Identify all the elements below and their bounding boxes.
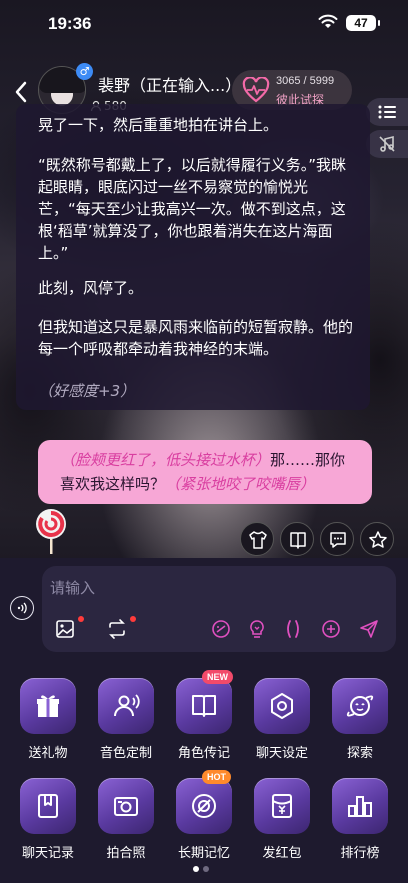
- user-action-text: （紧张地咬了咬嘴唇）: [165, 475, 316, 493]
- wifi-icon: [318, 14, 338, 28]
- message-paragraph: 晃了一下，然后重重地拍在讲台上。: [38, 116, 279, 134]
- page-indicator-active: [193, 866, 199, 872]
- bookmark-icon: [38, 794, 58, 818]
- chat-button[interactable]: [320, 522, 354, 556]
- feature-gift[interactable]: 送礼物: [10, 678, 86, 778]
- notification-dot: [78, 616, 84, 622]
- swap-icon[interactable]: [106, 618, 128, 640]
- planet-icon: [346, 695, 374, 717]
- feature-tile: [98, 778, 154, 834]
- favorite-button[interactable]: [360, 522, 394, 556]
- message-icon: [330, 532, 346, 548]
- sticker-icon[interactable]: [210, 618, 232, 640]
- message-paragraph: “既然称号都戴上了，以后就得履行义务。”我眯起眼睛，眼底闪过一丝不易察觉的愉悦光…: [38, 156, 347, 262]
- message-input-box: [42, 566, 396, 652]
- feature-label: 聊天设定: [255, 746, 308, 761]
- message-paragraph: 但我知道这只是暴风雨来临前的短暂寂静。他的每一个呼吸都牵动着我神经的末端。: [38, 318, 354, 358]
- story-button[interactable]: [280, 522, 314, 556]
- menu-side-button[interactable]: [366, 98, 408, 126]
- voice-icon: [17, 602, 27, 614]
- music-side-button[interactable]: [366, 130, 408, 158]
- message-paragraph: 此刻，风停了。: [38, 279, 144, 297]
- feature-tile: [254, 678, 310, 734]
- feature-long-memory[interactable]: HOT 长期记忆: [166, 770, 242, 878]
- parentheses-icon[interactable]: [282, 618, 304, 640]
- feature-label: 发红包: [262, 846, 302, 861]
- feature-chat-settings[interactable]: 聊天设定: [244, 678, 320, 778]
- back-button[interactable]: [10, 78, 34, 106]
- feature-chat-history[interactable]: 聊天记录: [10, 778, 86, 878]
- book-icon: [290, 532, 306, 549]
- voice-toggle-button[interactable]: [10, 596, 34, 620]
- book-icon: [192, 695, 216, 717]
- feature-tile: [20, 678, 76, 734]
- feature-character-bio[interactable]: NEW 角色传记: [166, 670, 242, 778]
- outfit-button[interactable]: [240, 522, 274, 556]
- feature-label: 拍合照: [106, 846, 146, 861]
- feature-label: 长期记忆: [177, 846, 230, 861]
- camera-icon: [114, 797, 138, 816]
- voice-custom-icon: [114, 694, 140, 717]
- feature-tile: [98, 678, 154, 734]
- user-message-bubble: （脸颊更红了，低头接过水杯）那……那你喜欢我这样吗？（紧张地咬了咬嘴唇）: [38, 440, 372, 504]
- feature-photo[interactable]: 拍合照: [88, 778, 164, 878]
- feature-voice-custom[interactable]: 音色定制: [88, 678, 164, 778]
- memory-icon: [192, 794, 216, 818]
- status-bar: 19:36 47: [0, 0, 408, 48]
- shirt-icon: [249, 531, 267, 549]
- male-icon: ♂: [76, 63, 93, 80]
- battery-indicator: 47: [346, 15, 380, 31]
- send-icon[interactable]: [358, 618, 380, 640]
- star-icon: [369, 531, 387, 548]
- new-badge: NEW: [202, 670, 233, 684]
- feature-tile: [254, 778, 310, 834]
- notification-dot: [130, 616, 136, 622]
- feature-label: 排行榜: [340, 846, 380, 861]
- affinity-change: （好感度+3）: [38, 382, 136, 400]
- inspiration-icon[interactable]: [246, 618, 268, 640]
- lollipop-icon[interactable]: [32, 508, 70, 554]
- feature-red-packet[interactable]: 发红包: [244, 778, 320, 878]
- message-input[interactable]: [50, 576, 380, 600]
- ranking-icon: [348, 796, 372, 817]
- ai-message-card: 晃了一下，然后重重地拍在讲台上。 “既然称号都戴上了，以后就得履行义务。”我眯起…: [16, 104, 370, 410]
- feature-tile: [20, 778, 76, 834]
- plus-icon[interactable]: [320, 618, 342, 640]
- heart-icon: [242, 77, 270, 103]
- music-off-icon: [379, 135, 395, 152]
- favor-score: 3065 / 5999: [276, 75, 335, 87]
- settings-icon: [271, 693, 293, 719]
- feature-explore[interactable]: 探索: [322, 678, 398, 778]
- gift-icon: [37, 695, 59, 717]
- feature-label: 送礼物: [28, 746, 68, 761]
- user-action-text: （脸颊更红了，低头接过水杯）: [60, 451, 271, 469]
- feature-label: 音色定制: [99, 746, 152, 761]
- feature-label: 聊天记录: [21, 846, 74, 861]
- feature-tile: [332, 678, 388, 734]
- image-icon[interactable]: [54, 618, 76, 640]
- list-icon: [378, 105, 396, 119]
- page-indicator: [203, 866, 209, 872]
- feature-tile: [332, 778, 388, 834]
- character-name[interactable]: 裴野（正在输入...）: [98, 72, 241, 96]
- feature-tile: [176, 678, 232, 734]
- status-time: 19:36: [48, 14, 92, 33]
- feature-label: 探索: [346, 746, 373, 761]
- feature-ranking[interactable]: 排行榜: [322, 778, 398, 878]
- red-packet-icon: [272, 794, 292, 818]
- feature-tile: [176, 778, 232, 834]
- hot-badge: HOT: [202, 770, 231, 784]
- feature-label: 角色传记: [177, 746, 230, 761]
